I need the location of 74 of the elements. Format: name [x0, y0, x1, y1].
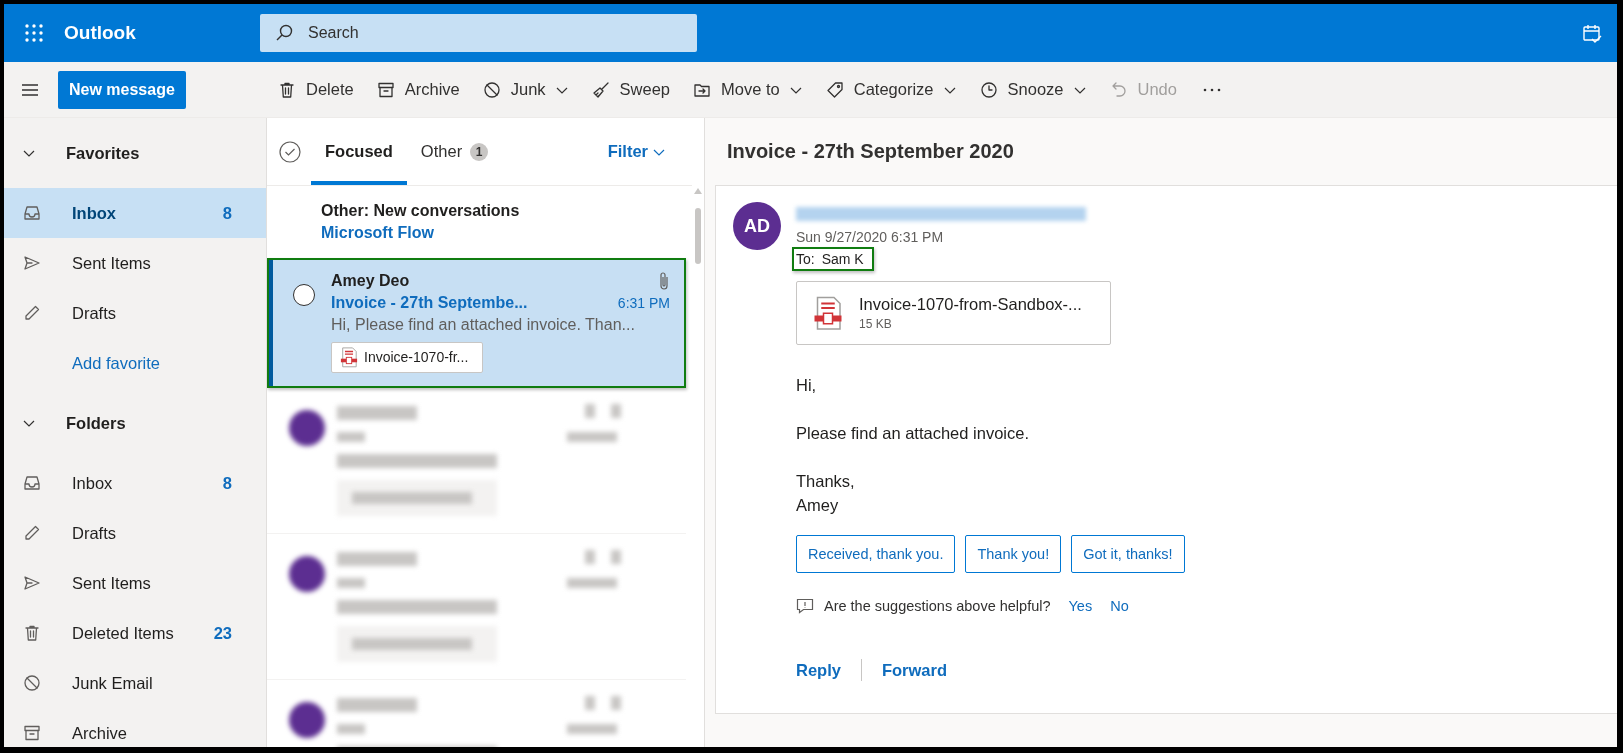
attachment-card[interactable]: Invoice-1070-from-Sandbox-... 15 KB [796, 281, 1111, 345]
sender-avatar: AD [733, 202, 781, 250]
sender-link[interactable]: Microsoft Flow [321, 222, 434, 244]
clock-icon [978, 79, 999, 100]
suggested-reply-button[interactable]: Received, thank you. [796, 535, 956, 573]
folder-item[interactable]: Drafts [4, 508, 266, 558]
feedback-question: Are the suggestions above helpful? [824, 598, 1051, 614]
search-field[interactable]: Search [260, 14, 697, 52]
sent-date: Sun 9/27/2020 6:31 PM [796, 228, 945, 247]
blocked-circle-icon [22, 673, 42, 693]
pdf-file-icon [813, 295, 843, 331]
toolbar-button[interactable]: Move to [681, 70, 814, 109]
folder-item[interactable]: Sent Items [4, 558, 266, 608]
tray-icon [22, 473, 42, 493]
toolbar-button[interactable]: Categorize [813, 70, 968, 109]
recipient-name[interactable]: Sam K [821, 249, 864, 269]
app-launcher-icon[interactable] [25, 24, 43, 42]
toolbar-button[interactable]: Junk [470, 70, 580, 109]
toolbar-button[interactable]: Snooze [967, 70, 1098, 109]
more-icon[interactable] [1201, 86, 1222, 93]
folder-item[interactable]: Drafts [4, 288, 266, 338]
unread-count: 8 [222, 473, 232, 493]
attachment-size: 15 KB [859, 316, 893, 333]
toolbar-button[interactable]: Archive [364, 70, 471, 109]
message-subject: Invoice - 27th Septembe... [331, 293, 528, 313]
app-name: Outlook [64, 22, 137, 44]
tag-icon [824, 79, 845, 100]
folder-item[interactable]: Archive [4, 708, 266, 747]
pencil-icon [22, 303, 42, 323]
folder-item[interactable]: Sent Items [4, 238, 266, 288]
inbox-tab[interactable]: Focused [311, 118, 407, 185]
section-header[interactable]: Folders [4, 388, 266, 458]
tray-icon [22, 203, 42, 223]
unread-count: 23 [213, 623, 232, 643]
toolbar-button[interactable]: Sweep [579, 70, 682, 109]
count-badge: 1 [470, 142, 489, 161]
suggested-reply-button[interactable]: Got it, thanks! [1071, 535, 1185, 573]
folder-item[interactable]: Junk Email [4, 658, 266, 708]
folder-item[interactable]: Deleted Items 23 [4, 608, 266, 658]
body-paragraph: Thanks, Amey [796, 471, 856, 516]
feedback-icon [796, 597, 814, 615]
archive-box-icon [22, 723, 42, 743]
body-paragraph: Hi, [796, 375, 818, 396]
message-item[interactable]: Amey Deo Invoice - 27th Septembe... 6:31 PM Hi, Please find an attached invoice. Than... Invoice-1070-fr... [269, 260, 684, 386]
unread-count: 8 [222, 203, 232, 223]
email-subject: Invoice - 27th September 2020 [726, 139, 1015, 164]
no-link[interactable]: No [1110, 598, 1129, 614]
message-preview: Hi, Please find an attached invoice. Than... [331, 315, 636, 335]
body-paragraph: Please find an attached invoice. [796, 423, 1030, 444]
search-icon [274, 23, 294, 43]
pencil-icon [22, 523, 42, 543]
yes-link[interactable]: Yes [1068, 598, 1093, 614]
attachment-chip[interactable]: Invoice-1070-fr... [331, 342, 484, 373]
filter-button[interactable]: Filter [601, 141, 672, 162]
action-button[interactable]: Reply [796, 660, 841, 680]
section-header[interactable]: Favorites [4, 118, 266, 188]
action-button[interactable]: Forward [881, 660, 948, 680]
check-circle-icon[interactable] [279, 140, 301, 163]
blocked-circle-icon [481, 79, 502, 100]
sender-name: Amey Deo [331, 271, 410, 291]
inbox-tab[interactable]: Other 1 [406, 118, 503, 185]
toolbar-button[interactable]: Delete [266, 70, 365, 109]
message-time: 6:31 PM [617, 294, 670, 313]
to-label: To: [796, 250, 815, 269]
select-checkbox[interactable] [293, 284, 315, 306]
pdf-file-icon [340, 347, 358, 368]
attachment-name: Invoice-1070-from-Sandbox-... [859, 294, 1082, 315]
new-message-button[interactable]: New message [58, 70, 186, 109]
folder-item[interactable]: Inbox 8 [4, 458, 266, 508]
suggested-reply-button[interactable]: Thank you! [965, 535, 1062, 573]
calendar-check-icon[interactable] [1581, 22, 1603, 44]
add-favorite-link[interactable]: Add favorite [4, 338, 266, 388]
notice-title: Other: New conversations [321, 201, 521, 221]
folder-item[interactable]: Inbox 8 [4, 188, 266, 238]
